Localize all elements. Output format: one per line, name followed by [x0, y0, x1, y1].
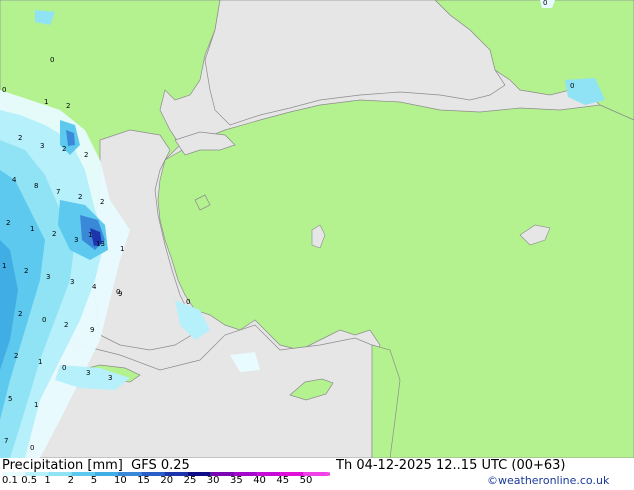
- map-value: 2: [6, 219, 10, 227]
- map-value: 1: [2, 262, 6, 270]
- scale-label: 50: [299, 475, 313, 486]
- map-value: 1: [120, 245, 124, 253]
- map-value: 9: [118, 290, 122, 298]
- map-value: 1: [88, 231, 92, 239]
- map-value: 2: [14, 352, 18, 360]
- map-value: 0: [42, 316, 46, 324]
- scale-label: 40: [253, 475, 266, 486]
- map-value: 3: [70, 278, 74, 286]
- scale-label: 35: [230, 475, 243, 486]
- map-value: 2: [24, 267, 28, 275]
- scale-arrow: [326, 472, 330, 476]
- footer: Precipitation [mm] GFS 0.25 Th 04-12-202…: [0, 458, 634, 490]
- map-value: 0: [543, 0, 547, 7]
- map-value: 2: [52, 230, 56, 238]
- map-value: 3: [46, 273, 50, 281]
- scale-label: 20: [160, 475, 174, 486]
- map-value: 2: [62, 145, 66, 153]
- scale-label: 25: [183, 475, 197, 486]
- map-value: 9: [90, 326, 94, 334]
- map-value: 0: [30, 444, 34, 452]
- valid-time: Th 04-12-2025 12..15 UTC (00+63): [336, 458, 566, 473]
- map-value: 8: [34, 182, 38, 190]
- map-value: 2: [100, 198, 104, 206]
- map-value: 4: [12, 176, 17, 184]
- map-value: 2: [64, 321, 68, 329]
- map-value: 0: [62, 364, 66, 372]
- scale-label: 45: [276, 475, 290, 486]
- map-value: 13: [96, 240, 105, 248]
- map-value: 0: [186, 298, 190, 306]
- scale-label: 2: [67, 475, 74, 486]
- map-value: 3: [86, 369, 90, 377]
- map-value: 3: [108, 374, 112, 382]
- map-value: 2: [18, 310, 22, 318]
- scale-label: 0.1: [2, 475, 18, 486]
- scale-label: 30: [206, 475, 220, 486]
- map-value: 4: [92, 283, 97, 291]
- scale-label: 15: [137, 475, 150, 486]
- map-value: 1: [44, 98, 48, 106]
- scale-label: 1: [44, 475, 51, 486]
- map-value: 7: [4, 437, 8, 445]
- scale-label: 0.5: [21, 475, 38, 486]
- map-value: 2: [84, 151, 88, 159]
- precipitation-map: 1 2 0 2 3 2 2 4 8 7 2 2 2 1 2 3 1 13 1 2…: [0, 0, 634, 458]
- map-value: 2: [78, 193, 82, 201]
- map-value: 1: [30, 225, 34, 233]
- map-value: 2: [18, 134, 22, 142]
- map-value: 1: [38, 358, 42, 366]
- map-value: 3: [74, 236, 78, 244]
- map-value: 3: [40, 142, 44, 150]
- scale-label: 10: [114, 475, 127, 486]
- map-value: 2: [66, 102, 70, 110]
- map-title: Precipitation [mm] GFS 0.25: [2, 459, 190, 473]
- map-value: 0: [570, 82, 574, 90]
- map-value: 5: [8, 395, 12, 403]
- product-title: Precipitation [mm]: [2, 458, 123, 473]
- map-value: 0: [2, 86, 6, 94]
- map-value: 7: [56, 188, 60, 196]
- model-name: GFS 0.25: [131, 458, 190, 473]
- credit-text: ©weatheronline.co.uk: [487, 474, 610, 487]
- map-value: 0: [50, 56, 54, 64]
- map-value: 1: [34, 401, 38, 409]
- scale-label: 5: [90, 475, 98, 486]
